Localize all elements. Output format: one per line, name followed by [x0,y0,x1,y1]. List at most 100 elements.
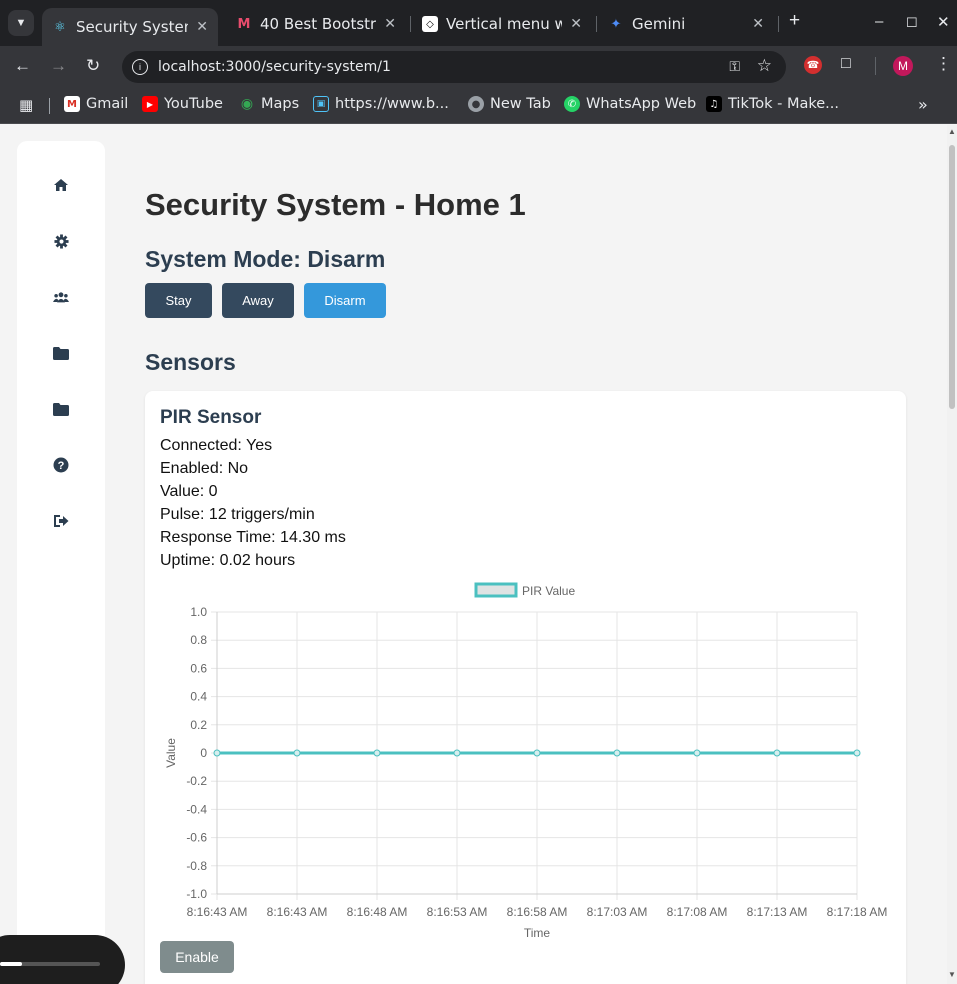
sidebar: ? [17,141,105,984]
legend-label: PIR Value [522,584,575,598]
tab-gemini[interactable]: ✦ Gemini ✕ [598,8,774,40]
close-icon[interactable]: ✕ [752,16,764,32]
folder-icon[interactable] [53,345,69,361]
whatsapp-icon: ✆ [564,96,580,112]
sensors-heading: Sensors [145,349,236,375]
y-tick-label: -1.0 [186,887,207,901]
media-overlay[interactable] [0,935,125,984]
bookmark-gmail[interactable]: M Gmail [64,96,128,112]
call-extension-icon[interactable]: ☎ [804,56,822,74]
star-icon[interactable]: ☆ [757,56,772,76]
logout-icon[interactable] [53,513,69,529]
globe-icon: ● [468,96,484,112]
react-icon: ⚛ [54,19,66,35]
bookmark-new-tab[interactable]: ● New Tab [468,96,551,112]
y-tick-label: 0.4 [190,690,207,704]
x-tick-label: 8:17:03 AM [587,905,648,919]
forward-icon[interactable]: → [50,56,67,76]
toolbar-divider [875,57,876,75]
more-bookmarks-icon[interactable]: » [918,95,928,114]
tab-security-system[interactable]: ⚛ Security System ✕ [42,8,218,46]
y-tick-label: -0.2 [186,774,207,788]
folder-icon[interactable] [53,401,69,417]
sensor-name: PIR Sensor [160,407,262,428]
y-tick-label: 0 [200,746,207,760]
disarm-button[interactable]: Disarm [304,283,386,318]
scroll-down-icon[interactable]: ▼ [948,970,956,979]
sensor-pulse: Pulse: 12 triggers/min [160,506,315,523]
browser-toolbar: ← → ↻ i localhost:3000/security-system/1… [0,46,957,88]
data-point [453,749,461,757]
sensor-card-pir: PIR Sensor Connected: Yes Enabled: No Va… [145,391,906,984]
tab-bootstrap[interactable]: M 40 Best Bootstra ✕ [226,8,406,40]
bookmarks-bar: ▦ M Gmail ▶ YouTube ◉ Maps ▣ https://www.b..… [0,88,957,124]
x-tick-label: 8:17:13 AM [747,905,808,919]
maximize-icon[interactable]: ☐ [906,15,918,31]
page-title: Security System - Home 1 [145,187,526,222]
help-icon[interactable]: ? [53,457,69,473]
home-icon[interactable] [53,177,69,193]
address-bar[interactable]: i localhost:3000/security-system/1 ⚿ ☆ [122,51,786,83]
tab-search-button[interactable]: ▼ [8,10,34,36]
users-icon[interactable] [53,289,69,305]
back-icon[interactable]: ← [14,56,31,76]
site-info-icon[interactable]: i [132,59,148,75]
tab-divider [410,16,411,32]
y-tick-label: 0.8 [190,633,207,647]
enable-button[interactable]: Enable [160,941,234,973]
media-progress-bar[interactable] [0,962,100,966]
data-point [693,749,701,757]
menu-kebab-icon[interactable]: ⋮ [935,54,952,74]
sensor-value: Value: 0 [160,483,218,500]
legend-swatch [474,582,518,598]
y-tick-label: 0.6 [190,661,207,675]
tab-vertical-menu[interactable]: ◇ Vertical menu wi ✕ [412,8,592,40]
close-icon[interactable]: ✕ [570,16,582,32]
gmail-icon: M [64,96,80,112]
data-point [373,749,381,757]
x-tick-label: 8:17:08 AM [667,905,728,919]
data-point [213,749,221,757]
y-tick-label: -0.4 [186,802,207,816]
tab-divider [778,16,779,32]
robot-icon: ▣ [313,96,329,112]
key-icon[interactable]: ⚿ [729,58,740,75]
x-tick-label: 8:16:48 AM [347,905,408,919]
page-scrollbar[interactable]: ▲ ▼ [947,125,957,984]
profile-avatar[interactable]: M [893,56,913,76]
bookmarks-divider [49,98,50,114]
bookmark-tiktok[interactable]: ♫ TikTok - Make... [706,96,839,112]
x-tick-label: 8:17:18 AM [827,905,888,919]
sensor-uptime: Uptime: 0.02 hours [160,552,296,569]
bookmark-whatsapp[interactable]: ✆ WhatsApp Web [564,96,696,112]
bookmark-youtube[interactable]: ▶ YouTube [142,96,223,112]
apps-grid-icon[interactable]: ▦ [19,96,33,114]
pir-value-chart: 1.0 0.8 0.6 0.4 0.2 0 -0.2 -0.4 -0.6 -0.8 -1.0 8:16… [164,582,888,938]
close-icon[interactable]: ✕ [196,19,208,35]
sensor-connected: Connected: Yes [160,437,273,454]
maps-pin-icon: ◉ [240,96,254,112]
url-text[interactable]: localhost:3000/security-system/1 [158,59,391,75]
new-tab-button[interactable]: + [789,10,800,32]
scroll-up-icon[interactable]: ▲ [948,127,956,136]
x-tick-label: 8:16:43 AM [187,905,248,919]
scrollbar-thumb[interactable] [949,145,955,409]
bootstrap-site-icon: M [237,16,251,32]
close-window-icon[interactable]: ✕ [937,13,950,31]
gemini-icon: ✦ [610,16,622,32]
data-point [773,749,781,757]
gear-icon[interactable] [53,233,69,249]
away-button[interactable]: Away [222,283,294,318]
stay-button[interactable]: Stay [145,283,212,318]
data-point [293,749,301,757]
system-mode-heading: System Mode: Disarm [145,246,386,272]
minimize-icon[interactable]: – [875,13,883,30]
reload-icon[interactable]: ↻ [86,56,100,76]
close-icon[interactable]: ✕ [384,16,396,32]
extensions-icon[interactable]: □ [841,55,851,73]
chevron-down-icon: ▼ [15,17,27,29]
data-point [533,749,541,757]
y-tick-label: -0.6 [186,831,207,845]
bookmark-maps[interactable]: ◉ Maps [239,96,299,112]
bookmark-website[interactable]: ▣ https://www.b... [313,96,449,112]
